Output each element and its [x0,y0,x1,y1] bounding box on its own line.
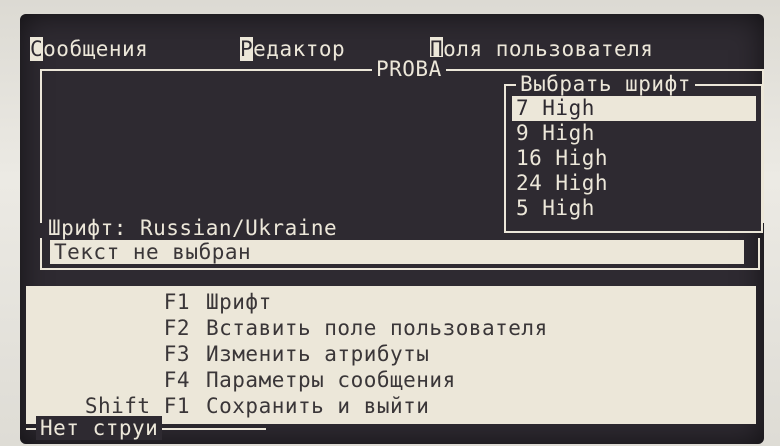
menu-label: ообщения [43,37,149,61]
key-action: Шрифт [206,290,272,314]
font-list: 7 High 9 High 16 High 24 High 5 High [512,96,756,221]
key-label: F3 [163,342,190,366]
font-option[interactable]: 5 High [512,196,756,221]
font-option[interactable]: 24 High [512,171,756,196]
menu-label: едактор [253,37,346,61]
function-key-panel: F1 Шрифт F2 Вставить поле пользователя F… [26,286,756,424]
font-option[interactable]: 9 High [512,121,756,146]
key-action: Изменить атрибуты [206,342,430,366]
key-row[interactable]: F1 Шрифт [28,290,754,314]
menu-hotkey: Р [240,37,254,61]
key-action: Параметры сообщения [206,368,456,392]
display-screen: Сообщения Редактор Поля пользователя PRO… [20,14,764,444]
font-option[interactable]: 16 High [512,146,756,171]
font-status-label: Шрифт: Russian/Ukraine [48,216,338,240]
key-action: Сохранить и выйти [206,394,430,418]
key-row[interactable]: F4 Параметры сообщения [28,368,754,392]
menu-user-fields[interactable]: Поля пользователя [430,36,653,62]
status-line: Нет струи [26,416,752,440]
message-text-input[interactable]: Текст не выбран [50,240,744,264]
key-label: F2 [163,316,190,340]
key-label: Shift F1 [84,394,190,418]
key-action: Вставить поле пользователя [206,316,548,340]
key-row[interactable]: Shift F1 Сохранить и выйти [28,394,754,418]
key-row[interactable]: F3 Изменить атрибуты [28,342,754,366]
key-label: F4 [163,368,190,392]
message-frame-title: PROBA [372,57,446,81]
font-select-popup: Выбрать шрифт 7 High 9 High 16 High 24 H… [504,72,763,233]
menu-label: оля пользователя [443,37,654,61]
key-label: F1 [163,290,190,314]
menu-hotkey: С [30,37,44,61]
key-row[interactable]: F2 Вставить поле пользователя [28,316,754,340]
menu-messages[interactable]: Сообщения [30,36,148,62]
status-text: Нет струи [36,416,163,440]
menu-editor[interactable]: Редактор [240,36,345,62]
font-option[interactable]: 7 High [512,96,756,121]
font-popup-title: Выбрать шрифт [516,72,695,96]
